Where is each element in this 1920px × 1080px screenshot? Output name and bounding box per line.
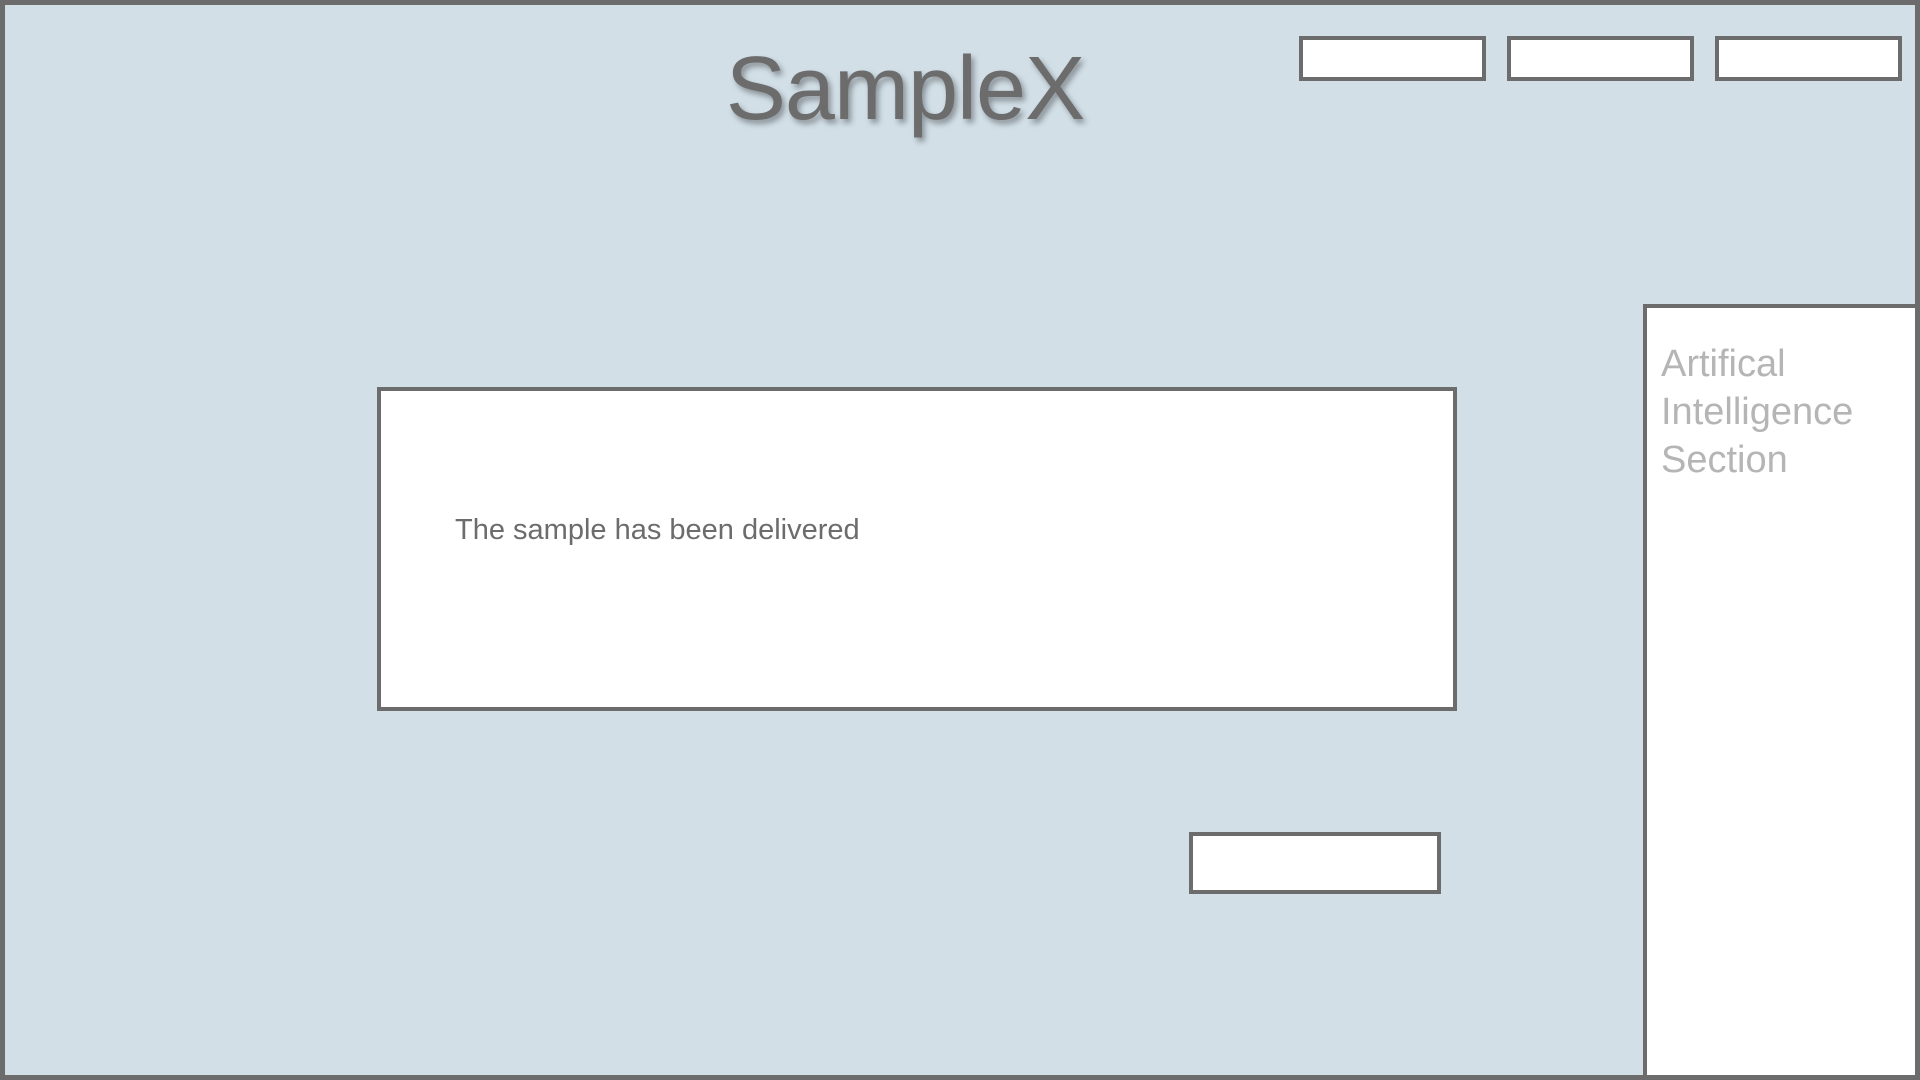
ai-section-title: Artifical Intelligence Section: [1661, 340, 1915, 484]
app-title: SampleX: [725, 39, 1085, 139]
action-button[interactable]: [1189, 832, 1441, 894]
ai-section-title-line-2: Intelligence: [1661, 391, 1854, 433]
nav-button-1[interactable]: [1299, 36, 1486, 81]
nav-button-3[interactable]: [1715, 36, 1902, 81]
delivery-status-message: The sample has been delivered: [455, 514, 860, 546]
app-window: SampleX The sample has been delivered Ar…: [0, 0, 1920, 1080]
ai-section-panel: Artifical Intelligence Section: [1643, 304, 1915, 1075]
ai-section-title-line-1: Artifical: [1661, 343, 1786, 385]
nav-button-2[interactable]: [1507, 36, 1694, 81]
ai-section-title-line-3: Section: [1661, 439, 1788, 481]
message-box: The sample has been delivered: [377, 387, 1457, 711]
